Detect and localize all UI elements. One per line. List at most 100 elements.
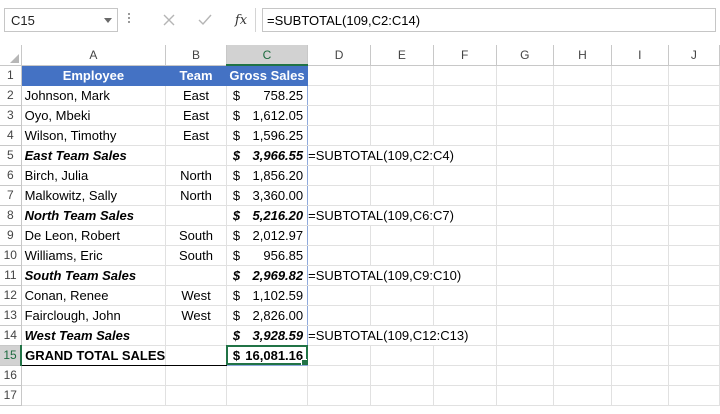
cell-employee[interactable]: West Team Sales xyxy=(20,325,167,346)
cell[interactable] xyxy=(668,85,720,106)
cell[interactable] xyxy=(496,65,555,86)
column-header-j[interactable]: J xyxy=(668,45,720,66)
cell[interactable] xyxy=(433,225,497,246)
cell[interactable] xyxy=(611,165,669,186)
cell[interactable] xyxy=(496,325,555,346)
row-header[interactable]: 8 xyxy=(0,205,22,226)
cell-team[interactable]: North xyxy=(165,185,227,206)
cell-team[interactable] xyxy=(165,344,227,366)
header-gross-sales[interactable]: Gross Sales xyxy=(226,65,309,86)
column-header-h[interactable]: H xyxy=(553,45,612,66)
cell[interactable] xyxy=(611,385,669,406)
cell[interactable] xyxy=(668,325,720,346)
cell-team[interactable] xyxy=(165,325,227,346)
cell[interactable] xyxy=(496,285,555,306)
cell[interactable] xyxy=(433,305,497,326)
cell-employee[interactable]: De Leon, Robert xyxy=(20,225,167,246)
cell-team[interactable] xyxy=(165,205,227,226)
cell[interactable] xyxy=(370,344,434,366)
cell[interactable] xyxy=(553,245,612,266)
cell[interactable] xyxy=(496,85,555,106)
cell[interactable] xyxy=(553,205,612,226)
cell-gross-sales[interactable]: $5,216.20 xyxy=(226,205,309,226)
column-header-c[interactable]: C xyxy=(226,45,309,66)
cell[interactable] xyxy=(433,285,497,306)
cell[interactable] xyxy=(668,365,720,386)
row-header[interactable]: 13 xyxy=(0,305,22,326)
cell[interactable] xyxy=(668,205,720,226)
select-all-button[interactable] xyxy=(0,45,22,66)
cell-team[interactable]: South xyxy=(165,225,227,246)
drag-handle-icon[interactable] xyxy=(126,11,132,29)
cell[interactable] xyxy=(307,225,371,246)
cell[interactable] xyxy=(496,225,555,246)
cell[interactable] xyxy=(307,285,371,306)
cell[interactable] xyxy=(668,125,720,146)
cell[interactable] xyxy=(611,225,669,246)
row-header[interactable]: 7 xyxy=(0,185,22,206)
cell[interactable] xyxy=(433,365,497,386)
cell[interactable] xyxy=(226,385,309,406)
cell[interactable] xyxy=(611,285,669,306)
cell[interactable] xyxy=(553,265,612,286)
cell-employee[interactable]: Wilson, Timothy xyxy=(20,125,167,146)
cell[interactable] xyxy=(370,125,434,146)
cell-gross-sales[interactable]: $1,596.25 xyxy=(226,125,309,146)
cell[interactable] xyxy=(370,225,434,246)
name-box[interactable]: C15 xyxy=(4,8,118,32)
row-header[interactable]: 11 xyxy=(0,265,22,286)
cell[interactable] xyxy=(496,205,555,226)
cell-gross-sales[interactable]: $16,081.16 xyxy=(226,344,309,366)
cell[interactable] xyxy=(553,65,612,86)
cell[interactable] xyxy=(496,344,555,366)
column-header-i[interactable]: I xyxy=(611,45,669,66)
cell-gross-sales[interactable]: $1,856.20 xyxy=(226,165,309,186)
insert-function-button[interactable]: fx xyxy=(226,8,256,32)
cell[interactable] xyxy=(370,165,434,186)
cell-employee[interactable]: Oyo, Mbeki xyxy=(20,105,167,126)
cell[interactable] xyxy=(668,344,720,366)
cell[interactable] xyxy=(553,105,612,126)
cell[interactable] xyxy=(553,165,612,186)
cell[interactable] xyxy=(307,385,371,406)
cell[interactable] xyxy=(553,305,612,326)
cell[interactable] xyxy=(668,305,720,326)
row-header[interactable]: 5 xyxy=(0,145,22,166)
cell-team[interactable]: West xyxy=(165,305,227,326)
formula-input[interactable]: =SUBTOTAL(109,C2:C14) xyxy=(262,8,716,32)
column-header-a[interactable]: A xyxy=(21,45,167,66)
column-header-e[interactable]: E xyxy=(370,45,434,66)
cell[interactable] xyxy=(668,385,720,406)
cell[interactable] xyxy=(668,145,720,166)
cell[interactable] xyxy=(668,245,720,266)
cell[interactable] xyxy=(611,185,669,206)
cell-employee[interactable]: Johnson, Mark xyxy=(20,85,167,106)
cell[interactable] xyxy=(611,85,669,106)
cell[interactable] xyxy=(553,185,612,206)
row-header[interactable]: 3 xyxy=(0,105,22,126)
cell-team[interactable]: North xyxy=(165,165,227,186)
column-header-g[interactable]: G xyxy=(496,45,555,66)
row-header[interactable]: 17 xyxy=(0,385,22,406)
cell[interactable] xyxy=(611,125,669,146)
cell[interactable] xyxy=(668,105,720,126)
cell[interactable] xyxy=(370,305,434,326)
cell[interactable] xyxy=(21,365,167,386)
cell[interactable] xyxy=(370,65,434,86)
cell-gross-sales[interactable]: $3,360.00 xyxy=(226,185,309,206)
cell-gross-sales[interactable]: $2,012.97 xyxy=(226,225,309,246)
cell[interactable] xyxy=(553,344,612,366)
cell[interactable] xyxy=(307,365,371,386)
cell[interactable] xyxy=(553,385,612,406)
row-header[interactable]: 16 xyxy=(0,365,22,386)
cell[interactable] xyxy=(553,225,612,246)
cell-team[interactable] xyxy=(165,145,227,166)
cell[interactable] xyxy=(433,344,497,366)
cell-gross-sales[interactable]: $3,966.55 xyxy=(226,145,309,166)
cell-gross-sales[interactable]: $3,928.59 xyxy=(226,325,309,346)
subtotal-formula-note[interactable]: =SUBTOTAL(109,C2:C4) xyxy=(307,145,497,166)
cell[interactable] xyxy=(553,85,612,106)
cell[interactable] xyxy=(165,365,227,386)
cell-gross-sales[interactable]: $1,102.59 xyxy=(226,285,309,306)
row-header[interactable]: 12 xyxy=(0,285,22,306)
